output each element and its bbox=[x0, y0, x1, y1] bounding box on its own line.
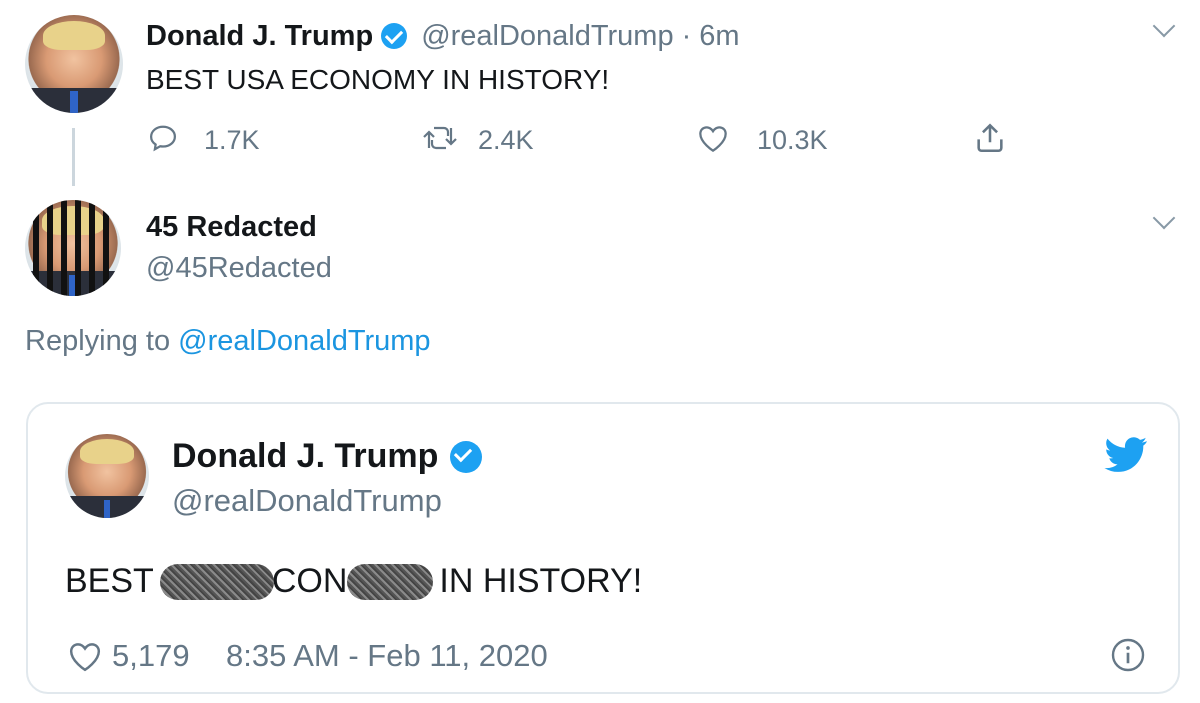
embed-header: Donald J. Trump bbox=[172, 437, 483, 476]
thread-line bbox=[72, 128, 75, 186]
embed-text-part2: CON bbox=[271, 562, 348, 600]
reply-author-name[interactable]: 45 Redacted bbox=[146, 211, 317, 244]
share-icon[interactable] bbox=[973, 121, 1007, 155]
embed-avatar[interactable] bbox=[65, 434, 149, 518]
info-icon[interactable] bbox=[1110, 637, 1146, 673]
twitter-bird-icon[interactable] bbox=[1104, 437, 1148, 473]
embed-like-count: 5,179 bbox=[112, 638, 190, 673]
embed-author-name[interactable]: Donald J. Trump bbox=[172, 437, 438, 476]
like-icon[interactable] bbox=[697, 123, 729, 153]
redaction-mark bbox=[159, 563, 274, 600]
redaction-mark bbox=[347, 563, 434, 600]
verified-icon bbox=[450, 440, 483, 473]
replying-to: Replying to @realDonaldTrump bbox=[25, 325, 431, 358]
embed-text-part3: IN HISTORY! bbox=[439, 562, 643, 600]
retweet-count: 2.4K bbox=[478, 125, 534, 155]
tweet-avatar[interactable] bbox=[25, 15, 123, 113]
verified-icon bbox=[381, 23, 408, 49]
like-count: 10.3K bbox=[757, 125, 828, 155]
tweet-author-name[interactable]: Donald J. Trump bbox=[146, 20, 373, 53]
tweet-time[interactable]: 6m bbox=[699, 20, 739, 53]
tweet-text: BEST USA ECONOMY IN HISTORY! bbox=[146, 64, 610, 95]
reply-avatar[interactable] bbox=[25, 200, 121, 296]
chevron-down-icon[interactable] bbox=[1152, 206, 1176, 230]
tweet-header: Donald J. Trump @realDonaldTrump · 6m bbox=[146, 18, 740, 54]
reply-author-handle[interactable]: @45Redacted bbox=[146, 252, 332, 285]
embed-text: BEST CON IN HISTORY! bbox=[65, 562, 642, 601]
replying-prefix: Replying to bbox=[25, 325, 171, 357]
tweet-author-handle[interactable]: @realDonaldTrump bbox=[421, 20, 673, 53]
like-icon[interactable] bbox=[67, 640, 103, 672]
replying-to-link[interactable]: @realDonaldTrump bbox=[178, 325, 430, 357]
retweet-icon[interactable] bbox=[422, 124, 458, 152]
embed-timestamp[interactable]: 8:35 AM - Feb 11, 2020 bbox=[226, 638, 548, 674]
chevron-down-icon[interactable] bbox=[1152, 14, 1176, 38]
embed-text-part1: BEST bbox=[65, 562, 154, 600]
reply-count: 1.7K bbox=[204, 125, 260, 155]
tweet-separator: · bbox=[681, 19, 692, 52]
embed-author-handle[interactable]: @realDonaldTrump bbox=[172, 483, 442, 519]
reply-icon[interactable] bbox=[148, 123, 178, 153]
